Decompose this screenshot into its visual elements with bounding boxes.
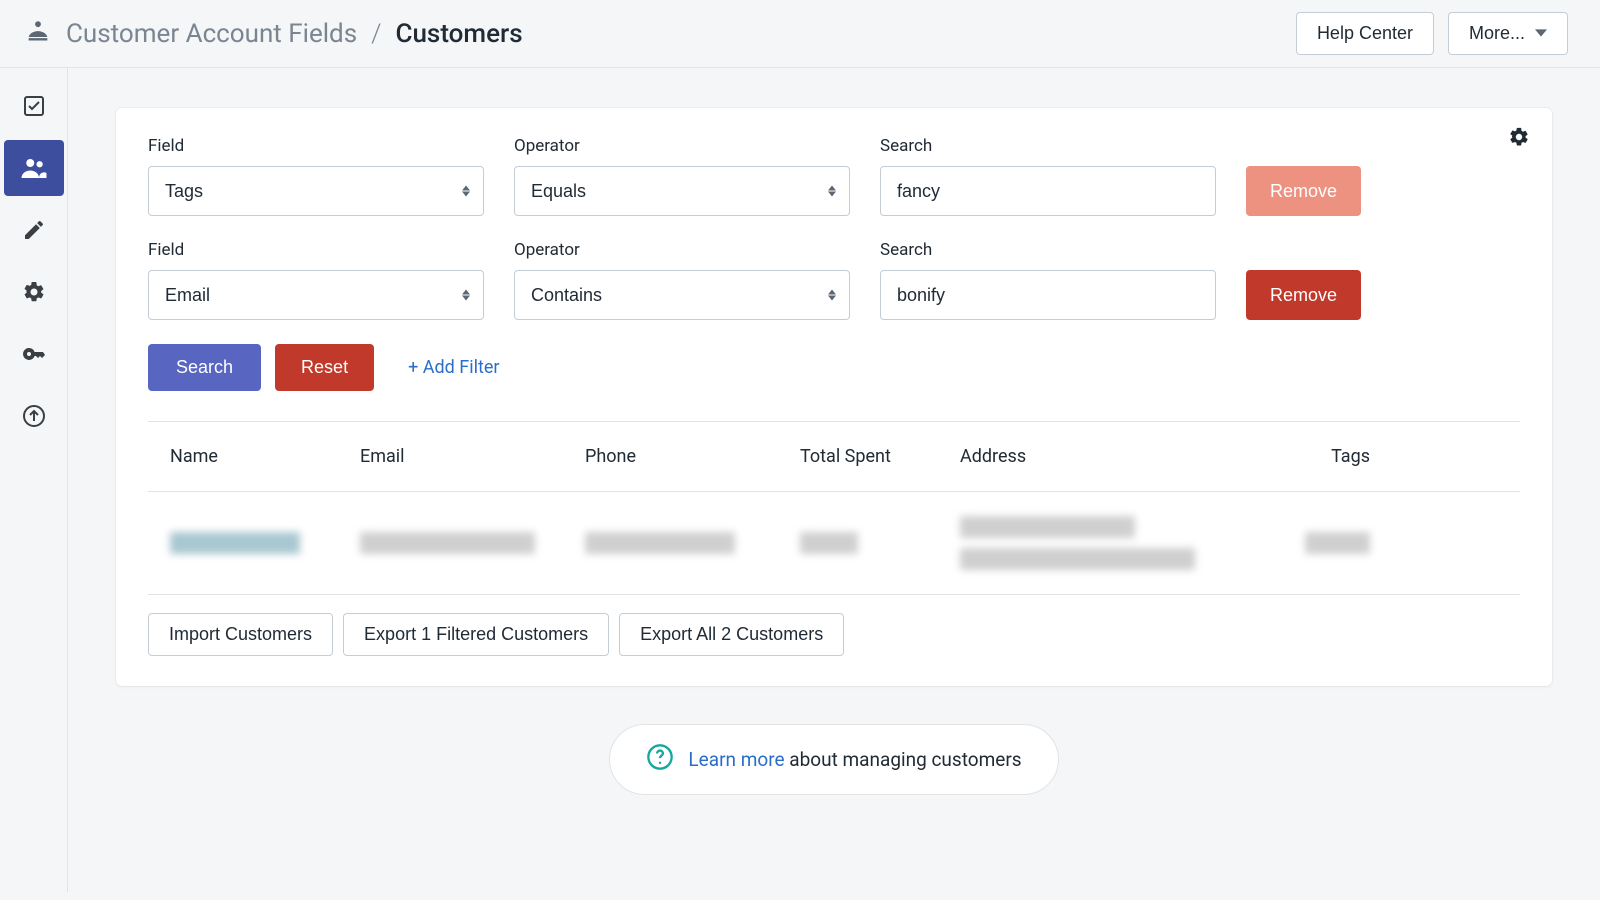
remove-filter-button[interactable]: Remove: [1246, 270, 1361, 320]
col-address: Address: [960, 446, 1260, 467]
operator-label: Operator: [514, 240, 850, 260]
sidebar-item-checklist[interactable]: [4, 78, 64, 134]
redacted-cell: [585, 532, 735, 554]
table-actions: Import Customers Export 1 Filtered Custo…: [148, 613, 1520, 656]
sidebar-item-settings[interactable]: [4, 264, 64, 320]
filter-row: Field Email Operator: [148, 240, 1520, 320]
breadcrumb-current: Customers: [396, 19, 523, 49]
search-label: Search: [880, 136, 1216, 156]
caret-down-icon: [1535, 23, 1547, 44]
field-label: Field: [148, 240, 484, 260]
remove-filter-button[interactable]: Remove: [1246, 166, 1361, 216]
learn-more-text: Learn more about managing customers: [688, 748, 1021, 771]
add-filter-link[interactable]: + Add Filter: [408, 357, 499, 378]
sidebar: [0, 68, 68, 892]
sidebar-item-upload[interactable]: [4, 388, 64, 444]
help-circle-icon: [646, 743, 674, 776]
learn-more-pill: Learn more about managing customers: [609, 724, 1058, 795]
customers-table: Name Email Phone Total Spent Address Tag…: [148, 421, 1520, 595]
redacted-cell: [1305, 532, 1370, 554]
sidebar-item-edit[interactable]: [4, 202, 64, 258]
reset-button[interactable]: Reset: [275, 344, 374, 391]
more-button[interactable]: More...: [1448, 12, 1568, 55]
main-content: Field Tags Operator: [68, 68, 1600, 892]
operator-select[interactable]: Contains: [514, 270, 850, 320]
col-tags: Tags: [1260, 446, 1370, 467]
export-filtered-button[interactable]: Export 1 Filtered Customers: [343, 613, 609, 656]
breadcrumb: Customer Account Fields / Customers: [24, 16, 523, 51]
filter-actions: Search Reset + Add Filter: [148, 344, 1520, 391]
help-center-button[interactable]: Help Center: [1296, 12, 1434, 55]
col-total-spent: Total Spent: [800, 446, 960, 467]
card-settings-button[interactable]: [1508, 126, 1530, 153]
col-phone: Phone: [585, 446, 800, 467]
more-label: More...: [1469, 23, 1525, 44]
operator-label: Operator: [514, 136, 850, 156]
search-input[interactable]: [880, 270, 1216, 320]
breadcrumb-separator: /: [371, 19, 381, 49]
import-customers-button[interactable]: Import Customers: [148, 613, 333, 656]
redacted-cell: [360, 532, 535, 554]
search-button[interactable]: Search: [148, 344, 261, 391]
export-all-button[interactable]: Export All 2 Customers: [619, 613, 844, 656]
col-email: Email: [360, 446, 585, 467]
redacted-cell: [960, 516, 1135, 538]
table-row[interactable]: [148, 492, 1520, 595]
search-label: Search: [880, 240, 1216, 260]
operator-select[interactable]: Equals: [514, 166, 850, 216]
app-icon: [24, 16, 52, 51]
help-center-label: Help Center: [1317, 23, 1413, 44]
filter-card: Field Tags Operator: [116, 108, 1552, 686]
sidebar-item-customers[interactable]: [4, 140, 64, 196]
field-label: Field: [148, 136, 484, 156]
header-actions: Help Center More...: [1296, 12, 1568, 55]
search-input[interactable]: [880, 166, 1216, 216]
redacted-cell: [800, 532, 858, 554]
app-header: Customer Account Fields / Customers Help…: [0, 0, 1600, 68]
field-select[interactable]: Email: [148, 270, 484, 320]
table-header-row: Name Email Phone Total Spent Address Tag…: [148, 422, 1520, 492]
breadcrumb-parent[interactable]: Customer Account Fields: [66, 19, 357, 49]
col-name: Name: [170, 446, 360, 467]
filter-row: Field Tags Operator: [148, 136, 1520, 216]
sidebar-item-keys[interactable]: [4, 326, 64, 382]
field-select[interactable]: Tags: [148, 166, 484, 216]
redacted-cell: [960, 548, 1195, 570]
learn-more-link[interactable]: Learn more: [688, 748, 784, 771]
redacted-cell: [170, 532, 300, 554]
